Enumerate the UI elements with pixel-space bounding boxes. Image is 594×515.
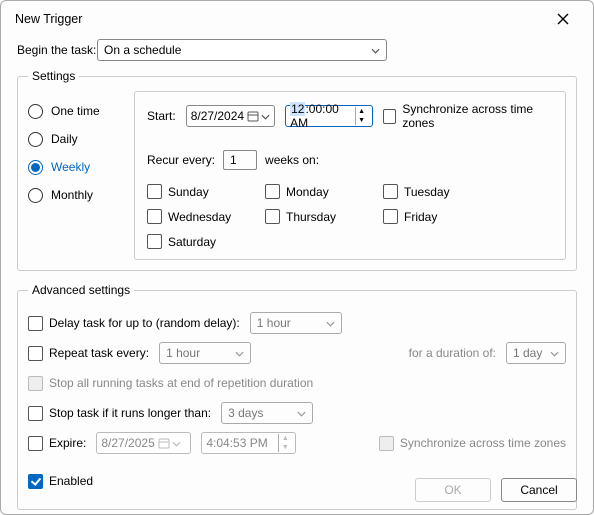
advanced-settings-group: Advanced settings Delay task for up to (… bbox=[17, 283, 577, 510]
recur-label: Recur every: bbox=[147, 153, 215, 167]
checkbox-icon bbox=[28, 346, 43, 361]
stop-longer-checkbox[interactable]: Stop task if it runs longer than: bbox=[28, 406, 211, 421]
cancel-button[interactable]: Cancel bbox=[501, 478, 577, 502]
checkbox-icon bbox=[379, 436, 394, 451]
close-button[interactable] bbox=[545, 6, 581, 32]
checkbox-icon bbox=[265, 209, 280, 224]
start-time-spinner[interactable]: 12:00:00 AM ▲ ▼ bbox=[285, 105, 372, 127]
calendar-icon bbox=[247, 110, 259, 122]
begin-task-combobox[interactable]: On a schedule bbox=[97, 39, 387, 61]
checkbox-icon bbox=[28, 436, 43, 451]
day-sunday[interactable]: Sunday bbox=[147, 184, 243, 199]
start-time-selected: 12 bbox=[290, 102, 305, 116]
checkbox-icon bbox=[383, 209, 398, 224]
settings-group: Settings One time Daily Weekly bbox=[17, 69, 577, 271]
radio-monthly[interactable]: Monthly bbox=[28, 181, 128, 209]
day-thursday[interactable]: Thursday bbox=[265, 209, 361, 224]
spin-down-icon[interactable]: ▼ bbox=[278, 443, 291, 452]
day-saturday[interactable]: Saturday bbox=[147, 234, 243, 249]
duration-label: for a duration of: bbox=[409, 346, 496, 360]
calendar-icon bbox=[158, 437, 170, 449]
radio-weekly[interactable]: Weekly bbox=[28, 153, 128, 181]
schedule-panel: Start: 8/27/2024 12:00:00 AM ▲ ▼ bbox=[134, 91, 566, 260]
settings-legend: Settings bbox=[28, 69, 79, 83]
radio-one-time[interactable]: One time bbox=[28, 97, 128, 125]
stop-at-end-checkbox: Stop all running tasks at end of repetit… bbox=[28, 376, 313, 391]
chevron-down-icon bbox=[550, 346, 559, 360]
recur-suffix: weeks on: bbox=[265, 153, 319, 167]
begin-task-value: On a schedule bbox=[104, 43, 181, 57]
repeat-checkbox[interactable]: Repeat task every: bbox=[28, 346, 149, 361]
spinner-buttons: ▲ ▼ bbox=[278, 434, 291, 452]
weekday-checkboxes: Sunday Monday Tuesday Wednesday Thursday… bbox=[147, 184, 553, 249]
new-trigger-dialog: New Trigger Begin the task: On a schedul… bbox=[0, 0, 594, 515]
repeat-duration-combobox[interactable]: 1 day bbox=[506, 342, 566, 364]
checkbox-icon bbox=[28, 474, 43, 489]
expire-checkbox[interactable]: Expire: bbox=[28, 436, 86, 451]
checkbox-icon bbox=[383, 109, 397, 124]
repeat-value-combobox[interactable]: 1 hour bbox=[159, 342, 251, 364]
checkbox-icon bbox=[383, 184, 398, 199]
chevron-down-icon bbox=[172, 436, 181, 450]
enabled-checkbox[interactable]: Enabled bbox=[28, 474, 93, 489]
titlebar: New Trigger bbox=[1, 1, 593, 35]
frequency-radios: One time Daily Weekly Monthly bbox=[28, 91, 128, 260]
delay-checkbox[interactable]: Delay task for up to (random delay): bbox=[28, 316, 240, 331]
dialog-footer: OK Cancel bbox=[415, 478, 577, 502]
dialog-title: New Trigger bbox=[15, 12, 82, 26]
chevron-down-icon bbox=[235, 346, 244, 360]
radio-daily[interactable]: Daily bbox=[28, 125, 128, 153]
checkbox-icon bbox=[147, 234, 162, 249]
start-date-picker[interactable]: 8/27/2024 bbox=[186, 105, 275, 127]
day-tuesday[interactable]: Tuesday bbox=[383, 184, 479, 199]
day-wednesday[interactable]: Wednesday bbox=[147, 209, 243, 224]
recur-weeks-input[interactable]: 1 bbox=[223, 150, 257, 170]
day-monday[interactable]: Monday bbox=[265, 184, 361, 199]
chevron-down-icon bbox=[297, 406, 306, 420]
chevron-down-icon bbox=[371, 43, 380, 57]
stop-longer-value-combobox[interactable]: 3 days bbox=[221, 402, 313, 424]
spin-up-icon[interactable]: ▲ bbox=[355, 107, 368, 116]
expire-date-picker[interactable]: 8/27/2025 bbox=[96, 432, 191, 454]
checkbox-icon bbox=[147, 184, 162, 199]
radio-icon bbox=[28, 160, 43, 175]
start-label: Start: bbox=[147, 109, 176, 123]
chevron-down-icon bbox=[261, 109, 270, 123]
radio-icon bbox=[28, 132, 43, 147]
chevron-down-icon bbox=[326, 316, 335, 330]
expire-time-spinner[interactable]: 4:04:53 PM ▲ ▼ bbox=[201, 432, 296, 454]
start-date-value: 8/27/2024 bbox=[191, 109, 244, 123]
delay-value-combobox[interactable]: 1 hour bbox=[250, 312, 342, 334]
begin-task-label: Begin the task: bbox=[17, 43, 97, 57]
spin-down-icon[interactable]: ▼ bbox=[355, 116, 368, 125]
checkbox-icon bbox=[265, 184, 280, 199]
checkbox-icon bbox=[28, 376, 43, 391]
expire-sync-checkbox: Synchronize across time zones bbox=[379, 436, 566, 451]
spinner-buttons: ▲ ▼ bbox=[355, 107, 368, 125]
sync-timezones-checkbox[interactable]: Synchronize across time zones bbox=[383, 102, 553, 130]
radio-icon bbox=[28, 104, 43, 119]
advanced-legend: Advanced settings bbox=[28, 283, 134, 297]
radio-icon bbox=[28, 188, 43, 203]
day-friday[interactable]: Friday bbox=[383, 209, 479, 224]
checkbox-icon bbox=[28, 316, 43, 331]
spin-up-icon[interactable]: ▲ bbox=[278, 434, 291, 443]
close-icon bbox=[557, 13, 569, 25]
ok-button[interactable]: OK bbox=[415, 478, 491, 502]
checkbox-icon bbox=[147, 209, 162, 224]
checkbox-icon bbox=[28, 406, 43, 421]
